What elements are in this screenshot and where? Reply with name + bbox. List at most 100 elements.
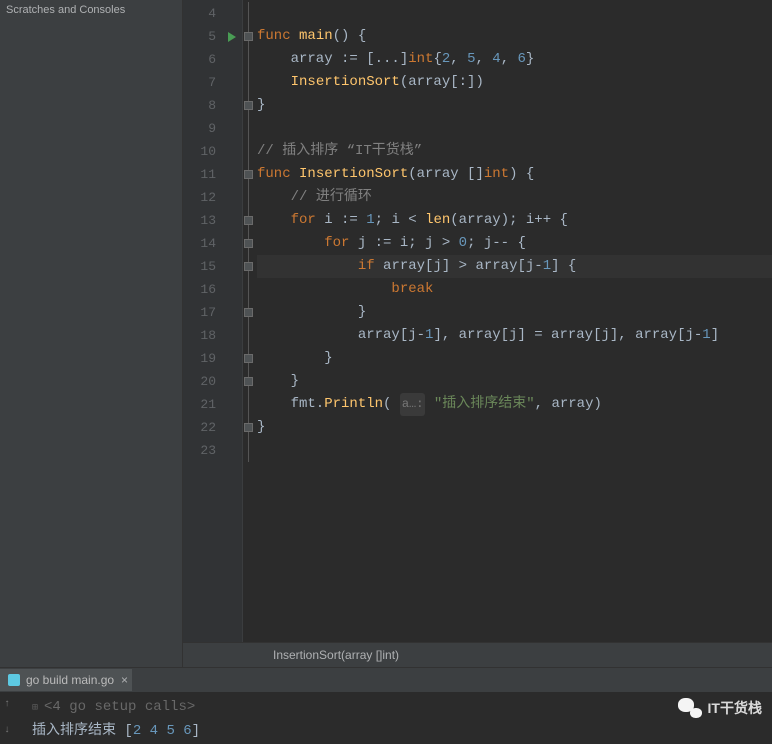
- code-line[interactable]: }: [257, 94, 772, 117]
- fold-toggle-icon[interactable]: [244, 216, 253, 225]
- fold-toggle-icon[interactable]: [244, 377, 253, 386]
- token-k: for: [324, 232, 358, 255]
- code-line[interactable]: }: [257, 370, 772, 393]
- token-n: 1: [425, 324, 433, 347]
- code-line[interactable]: func main() {: [257, 25, 772, 48]
- token-c: // 进行循环: [291, 186, 372, 209]
- line-number[interactable]: 9: [183, 117, 242, 140]
- code-editor[interactable]: func main() { array := [...]int{2, 5, 4,…: [257, 0, 772, 667]
- fold-toggle-icon[interactable]: [244, 239, 253, 248]
- expand-icon[interactable]: ⊞: [32, 703, 44, 714]
- code-line[interactable]: [257, 439, 772, 462]
- fold-toggle-icon[interactable]: [244, 354, 253, 363]
- fold-toggle-icon[interactable]: [244, 262, 253, 271]
- line-number-gutter[interactable]: 4567891011121314151617181920212223: [183, 0, 243, 667]
- code-line[interactable]: }: [257, 347, 772, 370]
- run-gutter-icon[interactable]: [228, 32, 236, 42]
- token-k: break: [391, 278, 433, 301]
- token-p: ,: [475, 48, 492, 71]
- code-line[interactable]: // 进行循环: [257, 186, 772, 209]
- token-n: 6: [518, 48, 526, 71]
- token-k: if: [358, 255, 383, 278]
- line-number[interactable]: 4: [183, 2, 242, 25]
- token-p: [257, 186, 291, 209]
- code-line[interactable]: }: [257, 301, 772, 324]
- run-tab-label: go build main.go: [26, 673, 114, 687]
- fold-gutter[interactable]: [243, 0, 257, 667]
- line-number[interactable]: 16: [183, 278, 242, 301]
- code-line[interactable]: for j := i; j > 0; j-- {: [257, 232, 772, 255]
- code-line[interactable]: [257, 117, 772, 140]
- line-number[interactable]: 7: [183, 71, 242, 94]
- line-number[interactable]: 12: [183, 186, 242, 209]
- line-number[interactable]: 5: [183, 25, 242, 48]
- watermark: IT干货栈: [678, 698, 762, 718]
- line-number[interactable]: 13: [183, 209, 242, 232]
- line-number[interactable]: 14: [183, 232, 242, 255]
- fold-cell: [243, 186, 257, 209]
- token-p: [257, 278, 391, 301]
- scroll-up-icon[interactable]: ↑: [4, 694, 10, 716]
- token-c: // 插入排序 “IT干货栈”: [257, 140, 422, 163]
- line-number[interactable]: 18: [183, 324, 242, 347]
- code-line[interactable]: break: [257, 278, 772, 301]
- fold-toggle-icon[interactable]: [244, 308, 253, 317]
- code-line[interactable]: // 插入排序 “IT干货栈”: [257, 140, 772, 163]
- project-sidebar[interactable]: Scratches and Consoles: [0, 0, 183, 667]
- console-output[interactable]: ↑ ↓ ⊞ <4 go setup calls> 插入排序结束 [2 4 5 6…: [0, 692, 772, 742]
- code-line[interactable]: array[j-1], array[j] = array[j], array[j…: [257, 324, 772, 347]
- token-p: }: [257, 94, 265, 117]
- line-number[interactable]: 17: [183, 301, 242, 324]
- fold-cell: [243, 278, 257, 301]
- line-number[interactable]: 15: [183, 255, 242, 278]
- fold-toggle-icon[interactable]: [244, 101, 253, 110]
- fold-toggle-icon[interactable]: [244, 423, 253, 432]
- token-p: }: [257, 370, 299, 393]
- token-p: ,: [450, 48, 467, 71]
- token-p: }: [257, 416, 265, 439]
- line-number[interactable]: 22: [183, 416, 242, 439]
- code-line[interactable]: if array[j] > array[j-1] {: [257, 255, 772, 278]
- breadcrumb-bar[interactable]: InsertionSort(array []int): [183, 642, 772, 667]
- token-k: for: [291, 209, 325, 232]
- token-n: 1: [543, 255, 551, 278]
- run-config-tab[interactable]: go build main.go ×: [0, 669, 132, 691]
- token-p: }: [526, 48, 534, 71]
- token-p: ]: [400, 48, 408, 71]
- fold-toggle-icon[interactable]: [244, 32, 253, 41]
- line-number[interactable]: 6: [183, 48, 242, 71]
- code-line[interactable]: [257, 2, 772, 25]
- line-number[interactable]: 20: [183, 370, 242, 393]
- token-fn: main: [299, 25, 333, 48]
- scratches-node[interactable]: Scratches and Consoles: [6, 4, 176, 16]
- token-p: [257, 232, 324, 255]
- line-number[interactable]: 23: [183, 439, 242, 462]
- code-line[interactable]: func InsertionSort(array []int) {: [257, 163, 772, 186]
- breadcrumb-text: InsertionSort(array []int): [273, 648, 399, 662]
- line-number[interactable]: 19: [183, 347, 242, 370]
- token-p: i :=: [324, 209, 366, 232]
- code-line[interactable]: for i := 1; i < len(array); i++ {: [257, 209, 772, 232]
- watermark-text: IT干货栈: [708, 698, 762, 718]
- token-p: (: [383, 393, 400, 416]
- line-number[interactable]: 8: [183, 94, 242, 117]
- token-p: fmt.: [257, 393, 324, 416]
- run-tab-bar: go build main.go ×: [0, 668, 772, 692]
- code-line[interactable]: InsertionSort(array[:]): [257, 71, 772, 94]
- token-p: (array); i++ {: [450, 209, 568, 232]
- line-number[interactable]: 10: [183, 140, 242, 163]
- code-line[interactable]: }: [257, 416, 772, 439]
- token-p: ]: [711, 324, 719, 347]
- token-p: array[j] > array[j-: [383, 255, 543, 278]
- line-number[interactable]: 11: [183, 163, 242, 186]
- code-line[interactable]: fmt.Println( a…: "插入排序结束", array): [257, 393, 772, 416]
- line-number[interactable]: 21: [183, 393, 242, 416]
- close-icon[interactable]: ×: [121, 673, 128, 687]
- token-k: int: [408, 48, 433, 71]
- console-line-2: 插入排序结束 [2 4 5 6]: [32, 720, 772, 742]
- scroll-down-icon[interactable]: ↓: [4, 720, 10, 742]
- code-line[interactable]: array := [...]int{2, 5, 4, 6}: [257, 48, 772, 71]
- fold-cell: [243, 347, 257, 370]
- fold-toggle-icon[interactable]: [244, 170, 253, 179]
- token-p: ,: [501, 48, 518, 71]
